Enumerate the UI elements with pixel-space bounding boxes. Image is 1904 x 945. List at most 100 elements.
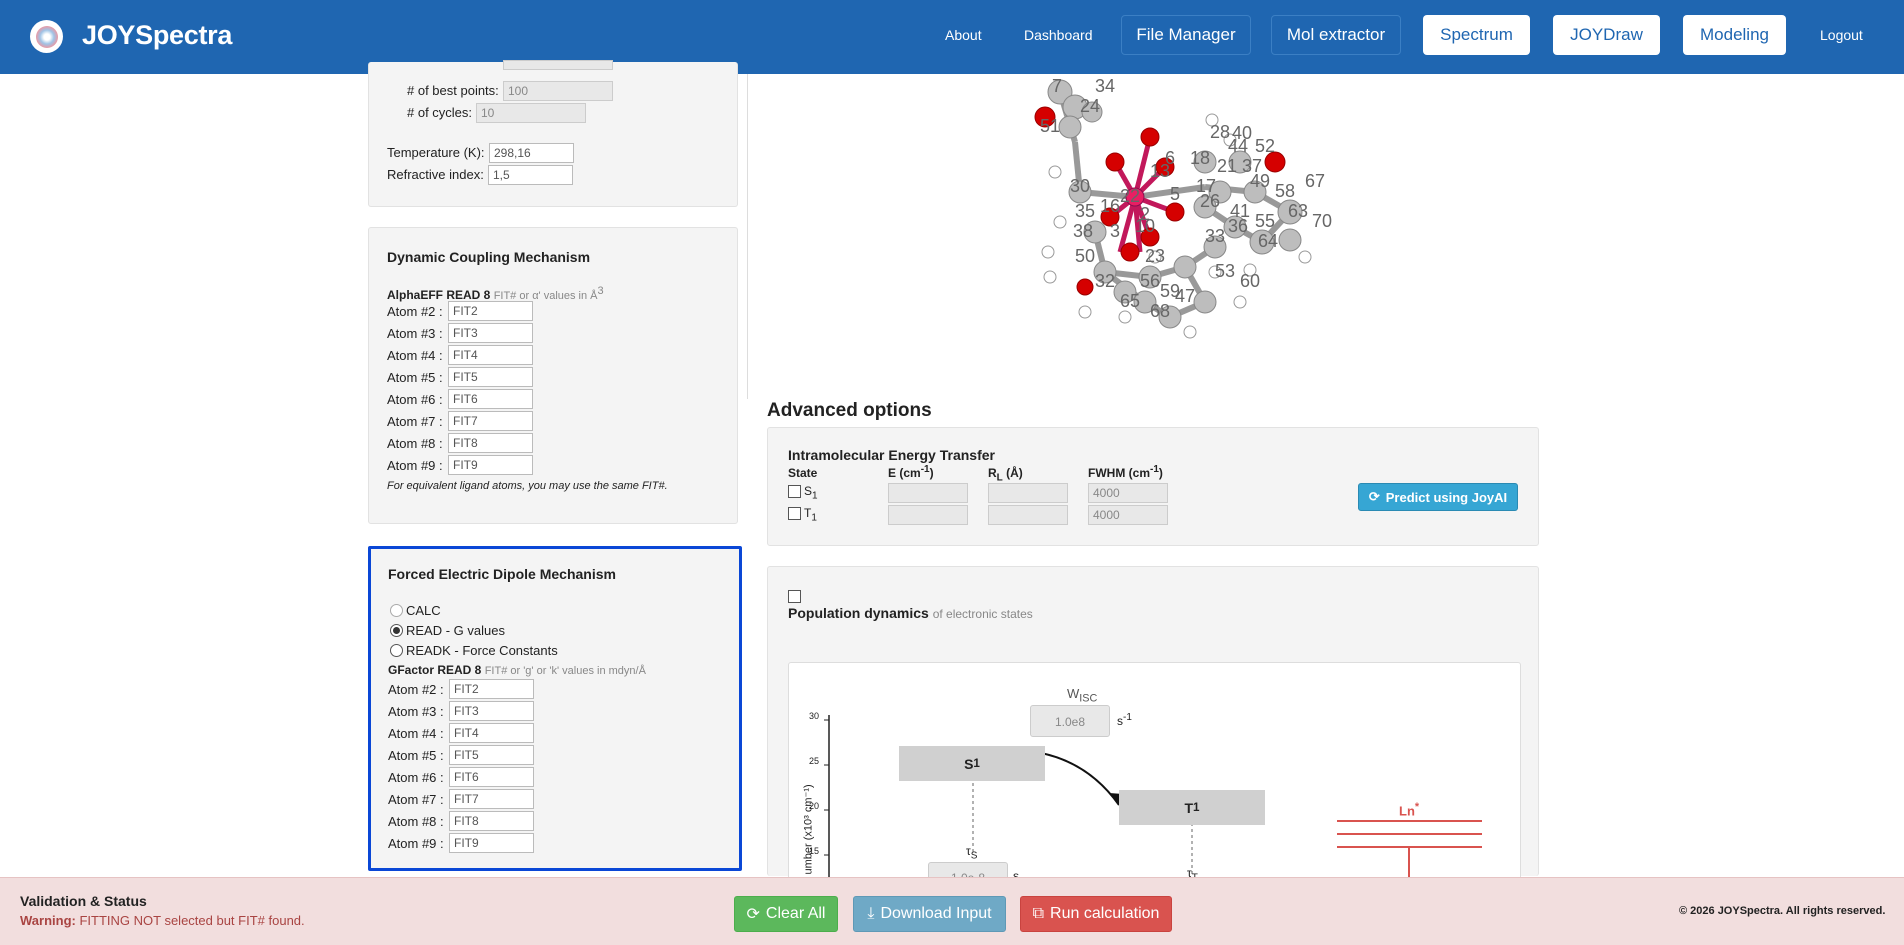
fedm-atom-input[interactable]: FIT2 (449, 679, 534, 699)
fedm-option-read-radio[interactable] (390, 624, 403, 637)
nav-about[interactable]: About (945, 27, 982, 43)
ln-label-text: Ln (1399, 803, 1415, 819)
dcm-atom-label: Atom #3 : (387, 326, 443, 341)
download-input-button[interactable]: ⤓ Download Input (853, 896, 1006, 932)
warning-label: Warning: (20, 913, 76, 928)
best-points-input[interactable]: 100 (503, 81, 613, 101)
t1-energy-input[interactable] (888, 505, 968, 525)
status-title: Validation & Status (20, 893, 147, 909)
dcm-atom-input[interactable]: FIT4 (448, 345, 533, 365)
dcm-atom-input[interactable]: FIT2 (448, 301, 533, 321)
nav-spectrum[interactable]: Spectrum (1423, 15, 1530, 55)
t1-state-sub: 1 (1193, 801, 1200, 814)
fedm-option-readk-radio[interactable] (390, 644, 403, 657)
fedm-subhead-bold: GFactor READ 8 (388, 663, 482, 677)
clear-all-button[interactable]: ⟳ Clear All (734, 896, 838, 932)
fedm-atom-input[interactable]: FIT5 (449, 745, 534, 765)
fitting-field-cut[interactable] (503, 60, 613, 70)
t1-checkbox[interactable] (788, 507, 801, 520)
fedm-atom-input[interactable]: FIT6 (449, 767, 534, 787)
status-warning: Warning: FITTING NOT selected but FIT# f… (20, 913, 305, 928)
s1-checkbox[interactable] (788, 485, 801, 498)
s1-fwhm-input[interactable]: 4000 (1088, 483, 1168, 503)
atom-label: 38 (1073, 221, 1093, 241)
atom-label: 49 (1250, 171, 1270, 191)
download-input-label: Download Input (880, 905, 992, 922)
run-calculation-button[interactable]: ⧉ Run calculation (1020, 896, 1172, 932)
dcm-atom-input[interactable]: FIT9 (448, 455, 533, 475)
nav-joydraw[interactable]: JOYDraw (1553, 15, 1660, 55)
logo-icon[interactable] (30, 20, 63, 53)
atom-label: 70 (1312, 211, 1332, 231)
atom-label: 59 (1160, 281, 1180, 301)
fedm-subhead: GFactor READ 8 FIT# or 'g' or 'k' values… (388, 663, 646, 677)
s1-state-text: S (964, 755, 974, 772)
s1-state-sub: 1 (973, 757, 980, 770)
fedm-atom-input[interactable]: FIT7 (449, 789, 534, 809)
atom-label: 21 (1217, 156, 1237, 176)
atom-label: 7 (1052, 76, 1062, 96)
fedm-option-label: CALC (406, 603, 441, 618)
s1-rl-input[interactable] (988, 483, 1068, 503)
nav-dashboard[interactable]: Dashboard (1024, 27, 1093, 43)
top-navbar: JOYSpectra About Dashboard File Manager … (0, 0, 1904, 74)
copyright: © 2026 JOYSpectra. All rights reserved. (1679, 905, 1886, 917)
dcm-atom-input[interactable]: FIT8 (448, 433, 533, 453)
t1-rl-input[interactable] (988, 505, 1068, 525)
fedm-option-calc-radio[interactable] (390, 604, 403, 617)
dcm-note: For equivalent ligand atoms, you may use… (387, 480, 668, 492)
s1-energy-input[interactable] (888, 483, 968, 503)
atom-label: 18 (1190, 148, 1210, 168)
nav-mol-extractor[interactable]: Mol extractor (1271, 15, 1401, 55)
cycles-input[interactable]: 10 (476, 103, 586, 123)
jablonski-diagram: 30 25 20 15 umber (x10³ cm⁻¹) WISC 1.0e8… (788, 662, 1521, 882)
fedm-atom-label: Atom #4 : (388, 726, 444, 741)
fedm-atom-label: Atom #6 : (388, 770, 444, 785)
atom-label: 55 (1255, 211, 1275, 231)
run-calculation-label: Run calculation (1050, 905, 1160, 922)
t1-state-text: T (1184, 799, 1194, 816)
population-checkbox[interactable] (788, 590, 801, 603)
atom-label: 2 (1140, 204, 1150, 224)
forced-electric-dipole-panel: Forced Electric Dipole Mechanism CALC RE… (368, 546, 742, 871)
nav-logout[interactable]: Logout (1820, 27, 1863, 43)
atom-label: 36 (1228, 216, 1248, 236)
nav-modeling[interactable]: Modeling (1683, 15, 1786, 55)
dcm-atom-input[interactable]: FIT6 (448, 389, 533, 409)
fedm-atom-input[interactable]: FIT9 (449, 833, 534, 853)
atom-label: 23 (1145, 246, 1165, 266)
t1-label: T1 (804, 506, 817, 523)
dcm-atom-input[interactable]: FIT5 (448, 367, 533, 387)
dcm-subhead-bold: AlphaEFF READ 8 (387, 288, 491, 302)
refresh-icon: ⟳ (1368, 489, 1380, 504)
fedm-atom-label: Atom #9 : (388, 836, 444, 851)
atom-label: 30 (1070, 176, 1090, 196)
fedm-atom-input[interactable]: FIT4 (449, 723, 534, 743)
advanced-options-title: Advanced options (767, 400, 932, 421)
dcm-atom-input[interactable]: FIT3 (448, 323, 533, 343)
population-subtitle: of electronic states (932, 607, 1033, 621)
atom-label: 35 (1075, 201, 1095, 221)
dcm-atom-input[interactable]: FIT7 (448, 411, 533, 431)
molecule-viewer[interactable]: 3424751 28 40526 18 21 375 174449 58 6763 7026 41 5… (1000, 62, 1370, 362)
temperature-input[interactable]: 298,16 (489, 143, 574, 163)
tau-s-label: τS (966, 844, 977, 861)
atom-label: 51 (1040, 116, 1060, 136)
atom-label: 24 (1080, 96, 1100, 116)
t1-fwhm-input[interactable]: 4000 (1088, 505, 1168, 525)
population-title-text: Population dynamics (788, 605, 929, 621)
w-isc-input[interactable]: 1.0e8 (1030, 705, 1110, 737)
atom-label: 64 (1258, 231, 1278, 251)
fedm-atom-input[interactable]: FIT8 (449, 811, 534, 831)
t1-state-box: T1 (1119, 790, 1265, 825)
fedm-atom-input[interactable]: FIT3 (449, 701, 534, 721)
brand-title[interactable]: JOYSpectra (82, 20, 232, 51)
nav-file-manager[interactable]: File Manager (1121, 15, 1251, 55)
atom-label: 22 (1120, 186, 1140, 206)
viewer-divider (747, 74, 748, 399)
tau-s-label-sub: S (970, 850, 978, 862)
cycles-label: # of cycles: (407, 105, 473, 120)
refractive-index-input[interactable]: 1,5 (488, 165, 573, 185)
dcm-atom-label: Atom #6 : (387, 392, 443, 407)
predict-joyai-button[interactable]: ⟳ Predict using JoyAI (1358, 483, 1518, 511)
